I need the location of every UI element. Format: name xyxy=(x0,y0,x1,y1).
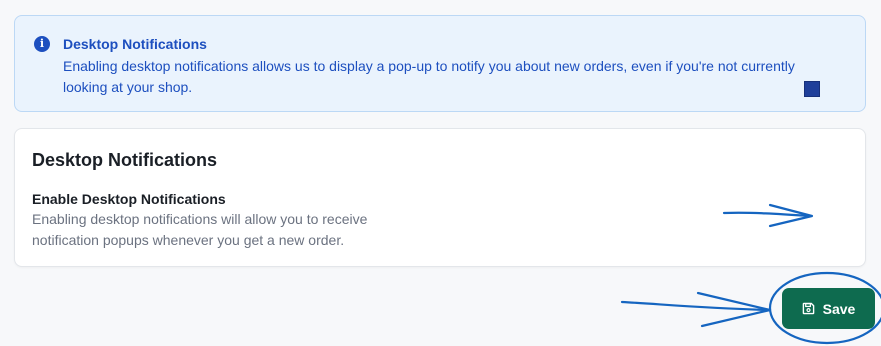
setting-label: Enable Desktop Notifications xyxy=(32,191,226,207)
settings-card: Desktop Notifications Enable Desktop Not… xyxy=(14,128,866,267)
setting-description: Enabling desktop notifications will allo… xyxy=(32,211,368,248)
arrow-to-save-button-head xyxy=(696,291,772,328)
save-button[interactable]: Save xyxy=(782,288,875,329)
info-banner: i Desktop Notifications Enabling desktop… xyxy=(14,15,866,112)
info-icon: i xyxy=(34,36,50,52)
enable-notifications-checkbox[interactable] xyxy=(804,81,820,97)
save-button-label: Save xyxy=(822,300,856,317)
arrow-to-save-button xyxy=(620,300,770,312)
card-title: Desktop Notifications xyxy=(32,150,218,170)
banner-text: Enabling desktop notifications allows us… xyxy=(63,58,795,95)
floppy-disk-icon xyxy=(802,302,815,315)
banner-title: Desktop Notifications xyxy=(63,36,207,52)
